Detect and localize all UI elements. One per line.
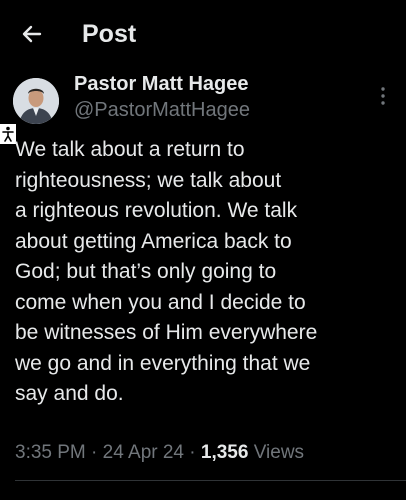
post-time[interactable]: 3:35 PM	[15, 442, 86, 463]
back-button[interactable]	[14, 16, 50, 52]
more-options-button[interactable]	[372, 84, 394, 108]
post-text-line: we go and in everything that we	[15, 351, 311, 375]
page-title: Post	[82, 20, 137, 48]
meta-separator: ·	[91, 442, 98, 463]
accessibility-button[interactable]	[0, 124, 16, 144]
divider	[15, 480, 406, 481]
post-text-line: We talk about a return to	[15, 138, 245, 161]
accessibility-icon	[2, 126, 14, 142]
author-name[interactable]: Pastor Matt Hagee	[74, 71, 250, 97]
author-info: Pastor Matt Hagee @PastorMattHagee	[74, 71, 250, 123]
post-date[interactable]: 24 Apr 24	[103, 442, 184, 463]
top-bar: Post	[0, 0, 406, 68]
views-label: Views	[253, 442, 305, 463]
post-text: We talk about a return to righteousness;…	[15, 135, 400, 410]
post-text-line: a righteous revolution. We talk	[15, 199, 298, 222]
post-metadata: 3:35 PM · 24 Apr 24 · 1,356 Views	[15, 440, 304, 466]
meta-separator: ·	[189, 442, 196, 463]
author-handle[interactable]: @PastorMattHagee	[74, 97, 250, 123]
post-text-line: about getting America back to	[15, 229, 292, 253]
arrow-left-icon	[22, 25, 42, 43]
post-text-line: say and do.	[15, 382, 124, 405]
post-text-line: God; but that’s only going to	[15, 260, 277, 283]
post-text-line: be witnesses of Him everywhere	[15, 321, 318, 344]
avatar[interactable]	[13, 78, 59, 124]
post-text-line: come when you and I decide to	[15, 290, 306, 314]
views-count: 1,356	[200, 442, 249, 463]
more-vertical-icon	[381, 87, 385, 105]
avatar-image	[13, 78, 59, 124]
post-text-line: righteousness; we talk about	[15, 168, 282, 192]
